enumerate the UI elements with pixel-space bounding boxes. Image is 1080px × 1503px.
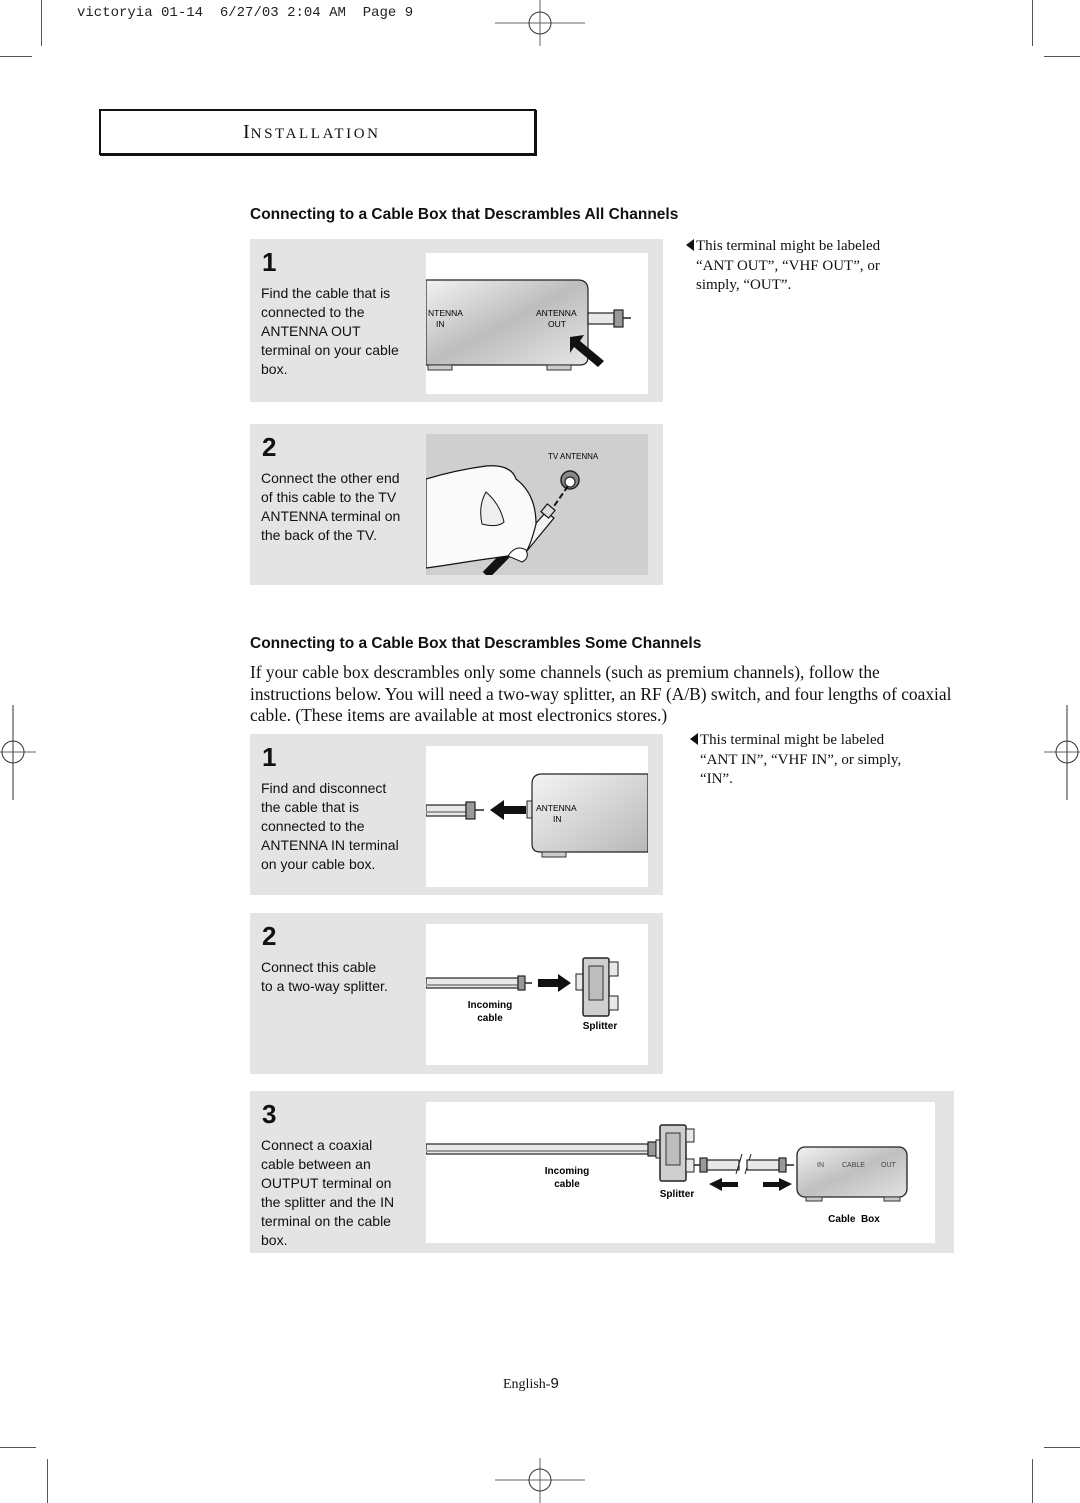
terminal-label-note: This terminal might be labeled “ANT OUT”… — [686, 237, 880, 296]
illustration-label: ANTENNA — [536, 308, 577, 318]
step-number: 1 — [262, 247, 277, 277]
illustration-label: IN — [553, 814, 562, 824]
section-header-box: INSTALLATION — [99, 109, 536, 155]
step-number: 2 — [262, 432, 277, 462]
step-illustration: ANTENNA IN — [426, 746, 648, 887]
registration-mark-icon — [0, 705, 36, 800]
illustration-label: IN — [817, 1162, 824, 1169]
illustration-label: cable — [477, 1013, 503, 1024]
terminal-label-note: This terminal might be labeled “ANT IN”,… — [690, 731, 901, 790]
step-panel: 1 Find and disconnect the cable that is … — [250, 734, 663, 895]
connect-to-splitter-illustration: Incoming cable Splitter — [426, 957, 619, 1032]
illustration-label: Incoming — [545, 1166, 589, 1177]
heading-some-channels: Connecting to a Cable Box that Descrambl… — [250, 635, 702, 652]
crop-mark — [1032, 1459, 1033, 1503]
step-panel: 2 Connect the other end of this cable to… — [250, 424, 663, 585]
intro-paragraph: If your cable box descrambles only some … — [250, 662, 952, 725]
step-illustration: NTENNA IN ANTENNA OUT — [426, 253, 648, 394]
illustration-label: OUT — [548, 319, 566, 329]
crop-mark — [1044, 56, 1080, 57]
step-number: 3 — [262, 1099, 277, 1129]
illustration-label: Incoming — [468, 1000, 512, 1011]
disconnect-antenna-in-illustration: ANTENNA IN — [426, 773, 648, 858]
crop-mark — [1032, 0, 1033, 46]
crop-mark — [47, 1459, 48, 1503]
step-panel: 1 Find the cable that is connected to th… — [250, 239, 663, 402]
registration-mark-icon — [495, 0, 585, 46]
section-title: INSTALLATION — [243, 121, 381, 143]
step-illustration: TV ANTENNA — [426, 434, 648, 575]
step-instructions: Find and disconnect the cable that is co… — [261, 780, 399, 872]
illustration-label: Splitter — [660, 1189, 695, 1200]
illustration-label: IN — [436, 319, 445, 329]
step-instructions: Connect this cable to a two-way splitter… — [261, 959, 388, 994]
print-page-label: Page 9 — [362, 5, 414, 21]
step-number: 1 — [262, 742, 277, 772]
step-instructions: Connect a coaxial cable between an OUTPU… — [261, 1137, 395, 1248]
print-time: 2:04 AM — [287, 5, 346, 21]
illustration-label: cable — [554, 1179, 580, 1190]
crop-mark — [0, 1447, 36, 1448]
print-slug: victoryia 01-14 — [77, 5, 204, 21]
illustration-label: TV ANTENNA — [548, 452, 599, 461]
illustration-label: Splitter — [583, 1021, 618, 1032]
arrow-right-icon — [538, 974, 571, 992]
footer-language: English- — [503, 1377, 551, 1392]
step-panel: 3 Connect a coaxial cable between an OUT… — [250, 1091, 954, 1253]
print-date: 6/27/03 — [219, 5, 279, 21]
cable-box-antenna-out-illustration: NTENNA IN ANTENNA OUT — [426, 279, 631, 371]
illustration-label: CABLE — [842, 1162, 865, 1169]
crop-mark — [0, 56, 32, 57]
illustration-label: OUT — [881, 1162, 897, 1169]
arrow-left-icon — [490, 800, 526, 820]
illustration-label: ANTENNA — [536, 803, 577, 813]
crop-mark — [41, 0, 42, 46]
arrow-left-icon — [709, 1178, 738, 1191]
heading-all-channels: Connecting to a Cable Box that Descrambl… — [250, 206, 679, 223]
pointer-triangle-icon — [686, 239, 694, 251]
pointer-triangle-icon — [690, 733, 698, 745]
registration-mark-icon — [495, 1458, 585, 1503]
print-header: victoryia 01-14 6/27/03 2:04 AM Page 9 — [77, 5, 413, 21]
page-footer: English-9 — [503, 1375, 559, 1393]
crop-mark — [1044, 1447, 1080, 1448]
arrow-right-icon — [763, 1178, 792, 1191]
step-illustration: Incoming cable Splitter IN CABLE OUT Cab… — [426, 1102, 935, 1243]
step-instructions: Find the cable that is connected to the … — [261, 285, 399, 377]
step-illustration: Incoming cable Splitter — [426, 924, 648, 1065]
step-instructions: Connect the other end of this cable to t… — [261, 470, 401, 543]
splitter-to-cable-box-illustration: Incoming cable Splitter IN CABLE OUT Cab… — [426, 1124, 908, 1225]
step-panel: 2 Connect this cable to a two-way splitt… — [250, 913, 663, 1074]
illustration-label: Cable Box — [828, 1214, 880, 1225]
footer-page-number: 9 — [550, 1375, 559, 1392]
hand-connecting-cable-illustration: TV ANTENNA — [426, 452, 599, 575]
step-number: 2 — [262, 921, 277, 951]
registration-mark-icon — [1044, 705, 1080, 800]
illustration-label: NTENNA — [428, 308, 463, 318]
